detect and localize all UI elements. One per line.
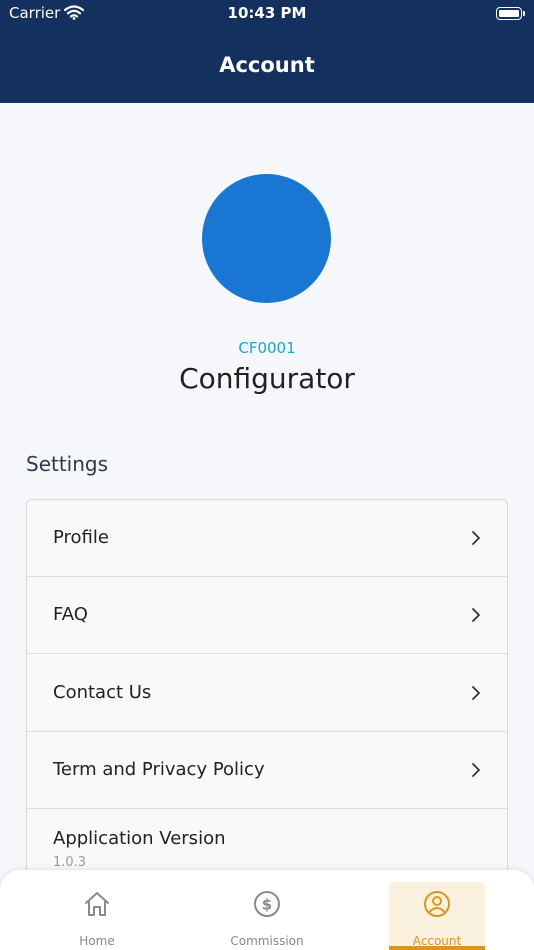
app-version-label: Application Version xyxy=(53,828,226,849)
battery-cap xyxy=(523,11,525,16)
settings-list: Profile FAQ Contact Us Term and Privacy … xyxy=(26,499,508,919)
user-icon xyxy=(423,890,451,918)
battery-icon xyxy=(496,7,522,20)
settings-item-label: Term and Privacy Policy xyxy=(53,759,265,780)
tab-account[interactable]: Account xyxy=(389,882,485,950)
status-time: 10:43 PM xyxy=(227,4,307,22)
chevron-right-icon xyxy=(471,530,481,550)
settings-item-profile[interactable]: Profile xyxy=(27,500,507,577)
status-bar: Carrier 10:43 PM xyxy=(0,0,534,28)
dollar-icon: $ xyxy=(253,890,281,918)
settings-item-label: Contact Us xyxy=(53,682,152,703)
tab-home[interactable]: Home xyxy=(49,882,145,950)
tab-label: Commission xyxy=(230,934,304,948)
settings-title: Settings xyxy=(26,452,109,476)
settings-item-terms-privacy[interactable]: Term and Privacy Policy xyxy=(27,732,507,809)
chevron-right-icon xyxy=(471,762,481,782)
user-code: CF0001 xyxy=(238,339,296,357)
settings-item-faq[interactable]: FAQ xyxy=(27,577,507,654)
settings-item-label: Profile xyxy=(53,527,109,548)
chevron-right-icon xyxy=(471,685,481,705)
settings-item-contact-us[interactable]: Contact Us xyxy=(27,655,507,732)
bottom-tab-bar: Home $ Commission Account xyxy=(0,870,534,950)
home-icon xyxy=(83,890,111,918)
settings-item-label: FAQ xyxy=(53,604,88,625)
active-tab-indicator xyxy=(389,946,485,950)
page-title: Account xyxy=(219,53,315,77)
svg-text:$: $ xyxy=(262,896,272,914)
app-version-value: 1.0.3 xyxy=(53,855,87,870)
user-name: Configurator xyxy=(179,362,355,395)
avatar[interactable] xyxy=(202,174,331,303)
tab-label: Home xyxy=(79,934,115,948)
top-header: Carrier 10:43 PM Account xyxy=(0,0,534,103)
chevron-right-icon xyxy=(471,607,481,627)
tab-commission[interactable]: $ Commission xyxy=(219,882,315,950)
